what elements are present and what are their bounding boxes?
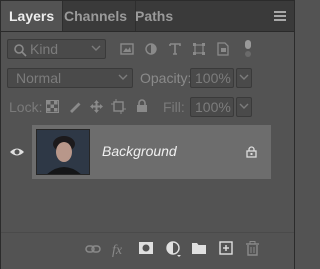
smart-object-filter-icon[interactable] [216, 42, 230, 56]
filter-kind-label: Kind [30, 41, 59, 57]
blend-mode-value: Normal [16, 70, 62, 86]
lock-pixels-icon[interactable] [68, 100, 81, 113]
trash-icon[interactable] [246, 241, 259, 256]
tab-paths[interactable]: Paths [135, 1, 173, 31]
type-filter-icon[interactable] [168, 42, 182, 56]
lock-position-icon[interactable] [89, 99, 104, 114]
chevron-down-icon [239, 74, 249, 80]
search-icon [14, 44, 27, 57]
portrait-thumbnail-image [37, 130, 89, 174]
opacity-slider-toggle[interactable] [236, 68, 252, 88]
adjustment-icon[interactable] [166, 241, 182, 257]
svg-text:fx: fx [112, 243, 123, 257]
fx-icon[interactable]: fx [111, 241, 127, 257]
opacity-value: 100% [195, 70, 231, 86]
lock-label: Lock: [9, 99, 43, 115]
layer-lock-icon [246, 146, 257, 158]
mask-icon[interactable] [139, 242, 153, 254]
opacity-label: Opacity: [140, 70, 192, 86]
lock-all-icon[interactable] [136, 99, 148, 113]
new-layer-icon[interactable] [219, 241, 233, 255]
shape-filter-icon[interactable] [192, 42, 206, 56]
opacity-field[interactable]: 100% [190, 68, 234, 88]
fill-field[interactable]: 100% [190, 97, 234, 117]
panel-menu-icon[interactable] [274, 11, 286, 23]
adjustment-filter-icon[interactable] [144, 42, 158, 56]
layer-row-background[interactable]: Background [32, 125, 271, 179]
visibility-eye-icon[interactable] [9, 146, 25, 158]
fill-label: Fill: [163, 99, 185, 115]
fill-slider-toggle[interactable] [236, 97, 252, 117]
chevron-down-icon [118, 74, 128, 80]
bottom-toolbar: fx [1, 232, 294, 269]
chevron-down-icon [91, 45, 101, 51]
fill-value: 100% [195, 99, 231, 115]
link-icon[interactable] [85, 244, 101, 254]
chevron-down-icon [239, 103, 249, 109]
tab-layers[interactable]: Layers [1, 1, 64, 31]
tab-channels[interactable]: Channels [64, 1, 137, 31]
tab-bar: Layers Channels Paths [1, 1, 294, 32]
layer-thumbnail [36, 129, 90, 175]
lock-artboard-icon[interactable] [111, 99, 126, 114]
folder-icon[interactable] [192, 242, 206, 254]
layers-panel: Layers Channels Paths Kind Normal Opacit… [0, 0, 295, 269]
filter-toggle-icon[interactable] [242, 39, 254, 59]
lock-transparent-icon[interactable] [46, 100, 59, 113]
layer-name: Background [102, 143, 177, 159]
image-filter-icon[interactable] [120, 42, 134, 56]
filter-kind-dropdown[interactable]: Kind [7, 39, 106, 59]
blend-mode-dropdown[interactable]: Normal [7, 68, 133, 88]
